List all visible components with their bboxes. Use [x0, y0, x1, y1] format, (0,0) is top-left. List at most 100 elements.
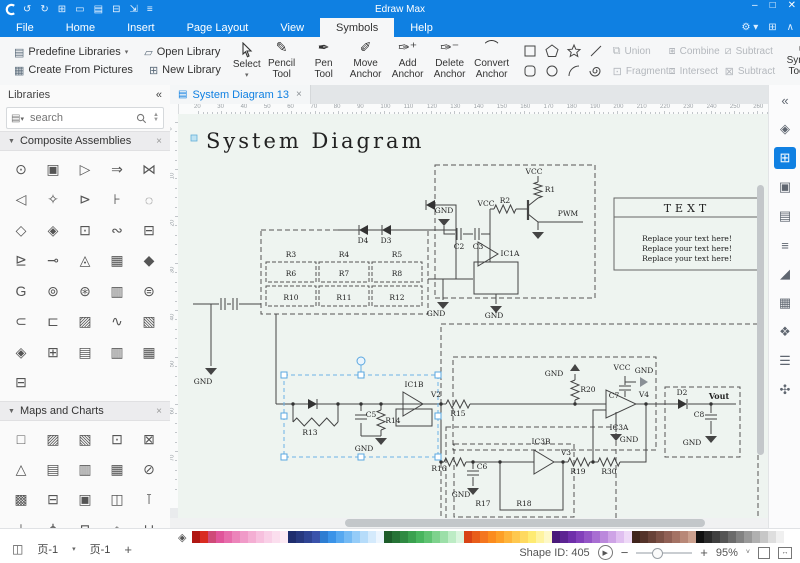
note-icon[interactable]: ≡: [774, 234, 796, 256]
library-symbol[interactable]: ▣: [69, 484, 101, 514]
color-swatch[interactable]: [720, 531, 728, 543]
rounded-square-shape-button[interactable]: [522, 63, 538, 79]
library-symbol[interactable]: ⊸: [37, 246, 69, 276]
library-symbol[interactable]: ⊟: [37, 484, 69, 514]
zoom-caret-icon[interactable]: ˅: [746, 549, 750, 556]
color-swatch[interactable]: [392, 531, 400, 543]
page-tab-active[interactable]: 页-1: [37, 541, 58, 557]
color-swatch[interactable]: [568, 531, 576, 543]
menu-right-icon[interactable]: ⊞: [768, 22, 776, 33]
library-symbol[interactable]: ◈: [5, 337, 37, 367]
color-swatch[interactable]: [368, 531, 376, 543]
tab-close-icon[interactable]: ×: [296, 89, 302, 100]
pages-icon[interactable]: ◫: [12, 542, 23, 556]
color-swatch[interactable]: [248, 531, 256, 543]
selection-handle[interactable]: [358, 372, 364, 378]
color-swatch[interactable]: [232, 531, 240, 543]
color-swatch[interactable]: [752, 531, 760, 543]
library-symbol[interactable]: ▷: [69, 154, 101, 184]
library-symbol[interactable]: ✧: [37, 185, 69, 215]
library-symbol[interactable]: ▥: [101, 337, 133, 367]
color-swatch[interactable]: [768, 531, 776, 543]
selection-handle[interactable]: [281, 413, 287, 419]
color-swatch[interactable]: [496, 531, 504, 543]
fullscreen-icon[interactable]: [758, 547, 770, 559]
library-symbol[interactable]: ▨: [69, 307, 101, 337]
color-swatch[interactable]: [320, 531, 328, 543]
library-symbol[interactable]: ∿: [101, 307, 133, 337]
library-symbol[interactable]: ∾: [101, 215, 133, 245]
library-symbol[interactable]: ◆: [133, 246, 165, 276]
menu-item-insert[interactable]: Insert: [111, 18, 171, 37]
circle-shape-button[interactable]: [544, 63, 560, 79]
library-symbol[interactable]: ⊂: [5, 307, 37, 337]
library-symbol[interactable]: ⊦: [101, 185, 133, 215]
color-swatch[interactable]: [416, 531, 424, 543]
menu-item-symbols[interactable]: Symbols: [320, 18, 394, 37]
fill-style-icon[interactable]: ◈: [774, 118, 796, 140]
fill-color-icon[interactable]: ◈: [178, 531, 186, 544]
maximize-button[interactable]: □: [770, 0, 776, 11]
color-swatch[interactable]: [272, 531, 280, 543]
zoom-in-button[interactable]: +: [700, 545, 708, 560]
page-tab[interactable]: 页-1: [90, 541, 111, 557]
section-header-composite-assemblies[interactable]: ▼Composite Assemblies×: [0, 131, 170, 151]
color-swatch[interactable]: [680, 531, 688, 543]
color-swatch[interactable]: [784, 531, 792, 543]
new-library-button[interactable]: ⊞New Library: [143, 64, 227, 77]
library-symbol[interactable]: ⊟: [133, 215, 165, 245]
color-swatch[interactable]: [488, 531, 496, 543]
library-symbol[interactable]: ▥: [101, 276, 133, 306]
fit-page-icon[interactable]: ↔: [778, 547, 792, 559]
color-swatch[interactable]: [512, 531, 520, 543]
library-symbol[interactable]: ▩: [5, 484, 37, 514]
selection-handle[interactable]: [435, 372, 441, 378]
color-swatch[interactable]: [688, 531, 696, 543]
library-symbol[interactable]: ▧: [69, 424, 101, 454]
add-anchor-button[interactable]: ✑⁺AddAnchor: [387, 37, 429, 85]
open-library-button[interactable]: ▱Open Library: [138, 46, 226, 59]
library-symbol[interactable]: ⊏: [37, 307, 69, 337]
color-swatch[interactable]: [664, 531, 672, 543]
color-swatch[interactable]: [336, 531, 344, 543]
library-symbol[interactable]: ⊛: [69, 276, 101, 306]
color-swatch[interactable]: [216, 531, 224, 543]
color-swatch[interactable]: [200, 531, 208, 543]
section-header-maps-and-charts[interactable]: ▼Maps and Charts×: [0, 401, 170, 421]
collapse-sidebar-icon[interactable]: «: [156, 89, 162, 101]
color-swatch[interactable]: [384, 531, 392, 543]
library-symbol[interactable]: ◁: [5, 185, 37, 215]
library-symbol[interactable]: ▦: [101, 246, 133, 276]
library-symbol[interactable]: ▣: [37, 154, 69, 184]
library-symbol[interactable]: ⊳: [69, 185, 101, 215]
library-symbol[interactable]: ⊺: [133, 484, 165, 514]
add-page-button[interactable]: +: [124, 542, 132, 557]
layers-icon[interactable]: ▤: [774, 205, 796, 227]
color-swatch[interactable]: [360, 531, 368, 543]
library-symbol[interactable]: ▧: [133, 307, 165, 337]
section-close-icon[interactable]: ×: [156, 136, 162, 147]
color-swatch[interactable]: [704, 531, 712, 543]
selection-handle[interactable]: [435, 413, 441, 419]
color-swatch[interactable]: [600, 531, 608, 543]
color-swatch[interactable]: [296, 531, 304, 543]
menu-item-help[interactable]: Help: [394, 18, 449, 37]
color-swatch[interactable]: [696, 531, 704, 543]
menu-item-page-layout[interactable]: Page Layout: [171, 18, 265, 37]
color-swatch[interactable]: [712, 531, 720, 543]
color-swatch[interactable]: [208, 531, 216, 543]
color-swatch[interactable]: [288, 531, 296, 543]
color-swatch[interactable]: [424, 531, 432, 543]
color-swatch[interactable]: [312, 531, 320, 543]
library-symbol[interactable]: ⊡: [69, 215, 101, 245]
color-swatch[interactable]: [256, 531, 264, 543]
delete-anchor-button[interactable]: ✑⁻DeleteAnchor: [429, 37, 471, 85]
color-swatch[interactable]: [400, 531, 408, 543]
convert-anchor-button[interactable]: ⌒ConvertAnchor: [471, 37, 513, 85]
color-swatch[interactable]: [552, 531, 560, 543]
color-swatch[interactable]: [648, 531, 656, 543]
section-collapse-icon[interactable]: ▼: [8, 408, 15, 415]
library-symbol[interactable]: ▤: [69, 337, 101, 367]
color-swatch[interactable]: [776, 531, 784, 543]
library-symbol[interactable]: △: [5, 454, 37, 484]
